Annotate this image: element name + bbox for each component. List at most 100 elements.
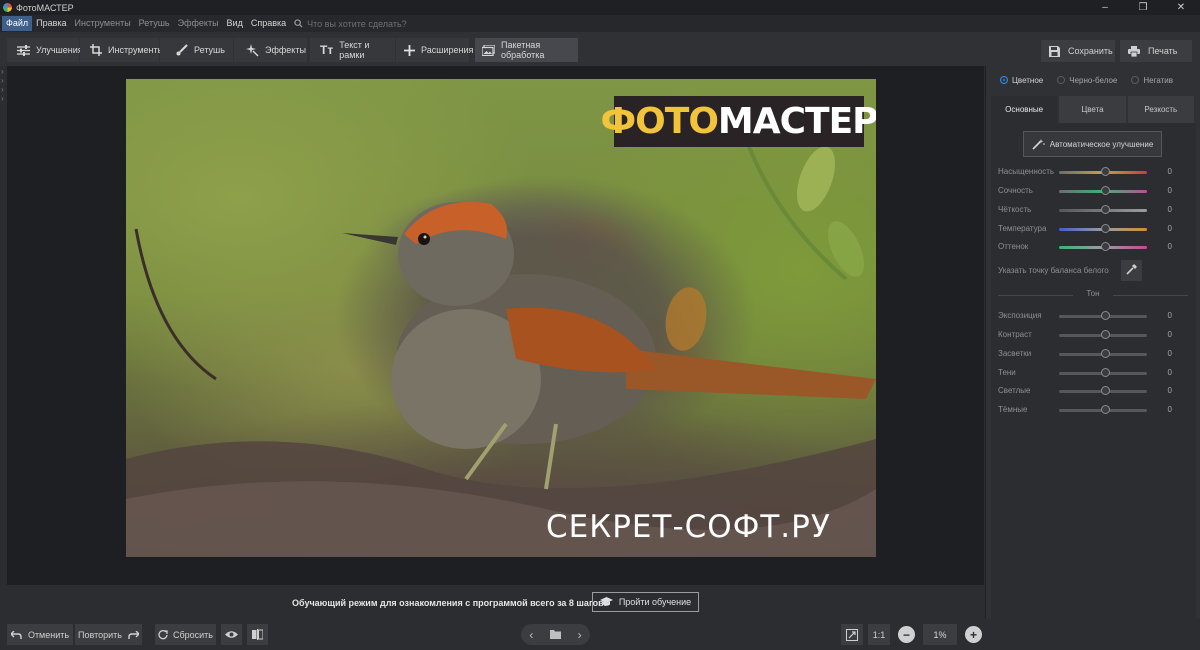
white-balance-label: Указать точку баланса белого bbox=[998, 266, 1109, 275]
compare-button[interactable] bbox=[247, 624, 268, 645]
white-balance-picker-button[interactable] bbox=[1121, 260, 1142, 281]
slider-contrast[interactable]: Контраст 0 bbox=[998, 328, 1188, 342]
main-toolbar: Улучшения Инструменты Ретушь Эффекты Tт … bbox=[0, 32, 1200, 66]
save-button[interactable]: Сохранить bbox=[1041, 40, 1115, 62]
tab-label: Эффекты bbox=[265, 45, 306, 55]
zoom-in-button[interactable]: + bbox=[965, 626, 982, 643]
tab-effects[interactable]: Эффекты bbox=[234, 38, 307, 62]
redo-button[interactable]: Повторить bbox=[75, 624, 142, 645]
zoom-out-button[interactable]: − bbox=[898, 626, 915, 643]
reset-icon bbox=[158, 629, 168, 640]
print-label: Печать bbox=[1148, 46, 1178, 56]
tab-label: Ретушь bbox=[194, 45, 225, 55]
graduation-cap-icon bbox=[599, 597, 613, 607]
print-button[interactable]: Печать bbox=[1120, 40, 1192, 62]
slider-handle[interactable] bbox=[1101, 167, 1110, 176]
slider-handle[interactable] bbox=[1101, 330, 1110, 339]
slider-value: 0 bbox=[1167, 167, 1172, 176]
actual-size-button[interactable]: 1:1 bbox=[868, 624, 890, 645]
plus-icon bbox=[404, 44, 415, 56]
slider-handle[interactable] bbox=[1101, 368, 1110, 377]
chevron-right-icon: › bbox=[1, 94, 4, 103]
app-logo-icon bbox=[3, 3, 12, 12]
tab-enhancements[interactable]: Улучшения bbox=[7, 38, 83, 62]
menu-view[interactable]: Вид bbox=[223, 16, 247, 31]
auto-enhance-button[interactable]: Автоматическое улучшение bbox=[1023, 131, 1162, 157]
slider-saturation[interactable]: Насыщенность 0 bbox=[998, 165, 1188, 179]
tab-retouch[interactable]: Ретушь bbox=[160, 38, 233, 62]
menu-tools[interactable]: Инструменты bbox=[71, 16, 135, 31]
tab-extensions[interactable]: Расширения bbox=[396, 38, 473, 62]
folder-icon[interactable] bbox=[549, 628, 561, 642]
window-controls: – ❐ ✕ bbox=[1086, 0, 1200, 15]
fotomaster-logo: ФОТО МАСТЕР bbox=[600, 96, 876, 147]
tab-sharpness[interactable]: Резкость bbox=[1127, 96, 1194, 123]
menu-edit[interactable]: Правка bbox=[32, 16, 70, 31]
panel-body: Автоматическое улучшение Насыщенность 0 … bbox=[991, 123, 1196, 619]
start-tutorial-button[interactable]: Пройти обучение bbox=[592, 592, 699, 612]
menu-search[interactable]: Что вы хотите сделать? bbox=[294, 19, 407, 29]
slider-clarity[interactable]: Чёткость 0 bbox=[998, 203, 1188, 217]
menu-file[interactable]: Файл bbox=[2, 16, 33, 31]
fit-to-screen-button[interactable] bbox=[841, 624, 863, 645]
menu-effects[interactable]: Эффекты bbox=[174, 16, 223, 31]
slider-handle[interactable] bbox=[1101, 311, 1110, 320]
tutorial-text: Обучающий режим для ознакомления с прогр… bbox=[292, 598, 607, 608]
sliders-icon bbox=[17, 44, 30, 56]
radio-label: Черно-белое bbox=[1069, 75, 1118, 85]
brush-icon bbox=[176, 44, 188, 56]
left-collapse-strip[interactable]: › › › › bbox=[0, 66, 7, 586]
slider-value: 0 bbox=[1167, 224, 1172, 233]
tab-colors[interactable]: Цвета bbox=[1059, 96, 1126, 123]
undo-button[interactable]: Отменить bbox=[7, 624, 73, 645]
tab-batch-processing[interactable]: Пакетная обработка bbox=[475, 38, 578, 62]
preview-toggle-button[interactable] bbox=[221, 624, 242, 645]
undo-icon bbox=[10, 630, 22, 639]
slider-shadows[interactable]: Тени 0 bbox=[998, 366, 1188, 380]
mode-color-radio[interactable]: Цветное bbox=[1000, 76, 1043, 85]
slider-exposure[interactable]: Экспозиция 0 bbox=[998, 309, 1188, 323]
slider-value: 0 bbox=[1167, 368, 1172, 377]
mode-negative-radio[interactable]: Негатив bbox=[1131, 76, 1173, 85]
slider-temperature[interactable]: Температура 0 bbox=[998, 222, 1188, 236]
minimize-button[interactable]: – bbox=[1086, 0, 1124, 15]
previous-image-button[interactable]: ‹ bbox=[529, 628, 533, 642]
search-icon bbox=[294, 19, 303, 28]
slider-handle[interactable] bbox=[1101, 186, 1110, 195]
reset-label: Сбросить bbox=[172, 629, 213, 640]
undo-label: Отменить bbox=[27, 629, 70, 640]
tab-tools[interactable]: Инструменты bbox=[80, 38, 164, 62]
zoom-level: 1% bbox=[923, 624, 957, 645]
slider-blacks[interactable]: Тёмные 0 bbox=[998, 403, 1188, 417]
slider-handle[interactable] bbox=[1101, 242, 1110, 251]
photo-preview[interactable]: ФОТО МАСТЕР СЕКРЕТ-СОФТ.РУ bbox=[126, 79, 876, 557]
close-button[interactable]: ✕ bbox=[1162, 0, 1200, 15]
slider-vibrance[interactable]: Сочность 0 bbox=[998, 184, 1188, 198]
reset-button[interactable]: Сбросить bbox=[155, 624, 216, 645]
menu-help[interactable]: Справка bbox=[247, 16, 290, 31]
printer-icon bbox=[1128, 45, 1140, 57]
slider-label: Оттенок bbox=[998, 242, 1029, 251]
mode-bw-radio[interactable]: Черно-белое bbox=[1057, 76, 1117, 85]
divider-line bbox=[1113, 295, 1188, 296]
slider-handle[interactable] bbox=[1101, 349, 1110, 358]
bottom-bar: Отменить Повторить Сбросить ‹ › 1:1 − 1%… bbox=[0, 619, 1200, 650]
fit-screen-icon bbox=[846, 628, 858, 641]
slider-highlights[interactable]: Засветки 0 bbox=[998, 347, 1188, 361]
slider-tint[interactable]: Оттенок 0 bbox=[998, 240, 1188, 254]
slider-handle[interactable] bbox=[1101, 205, 1110, 214]
menu-retouch[interactable]: Ретушь bbox=[135, 16, 174, 31]
maximize-button[interactable]: ❐ bbox=[1124, 0, 1162, 15]
slider-handle[interactable] bbox=[1101, 224, 1110, 233]
slider-whites[interactable]: Светлые 0 bbox=[998, 384, 1188, 398]
slider-value: 0 bbox=[1167, 311, 1172, 320]
slider-handle[interactable] bbox=[1101, 386, 1110, 395]
tab-label: Улучшения bbox=[36, 45, 83, 55]
tab-basic[interactable]: Основные bbox=[991, 96, 1058, 123]
menu-bar: Файл Правка Инструменты Ретушь Эффекты В… bbox=[0, 15, 1200, 32]
radio-dot bbox=[1131, 76, 1140, 84]
tab-text-frames[interactable]: Tт Текст и рамки bbox=[310, 38, 395, 62]
slider-handle[interactable] bbox=[1101, 405, 1110, 414]
next-image-button[interactable]: › bbox=[578, 628, 582, 642]
window-title: ФотоМАСТЕР bbox=[16, 2, 74, 13]
